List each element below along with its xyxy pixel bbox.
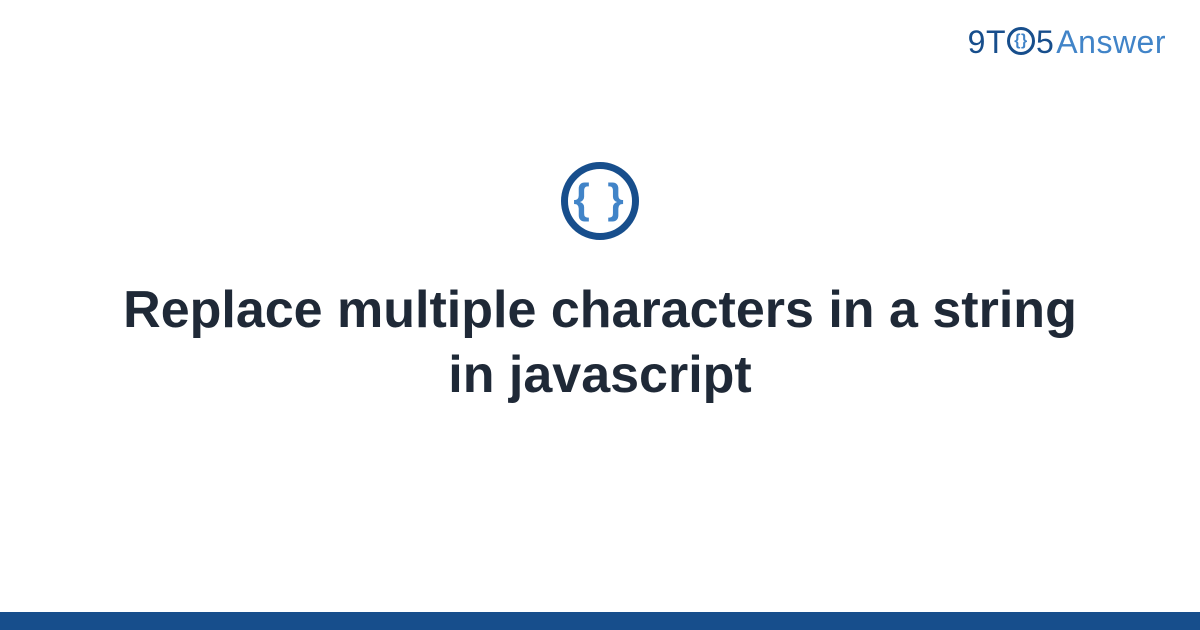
code-braces-glyph: { } — [573, 178, 626, 220]
code-braces-icon: { } — [561, 162, 639, 240]
footer-accent-bar — [0, 612, 1200, 630]
topic-icon-wrapper: { } — [561, 162, 639, 240]
page-title: Replace multiple characters in a string … — [120, 278, 1080, 408]
main-content: { } Replace multiple characters in a str… — [0, 0, 1200, 630]
